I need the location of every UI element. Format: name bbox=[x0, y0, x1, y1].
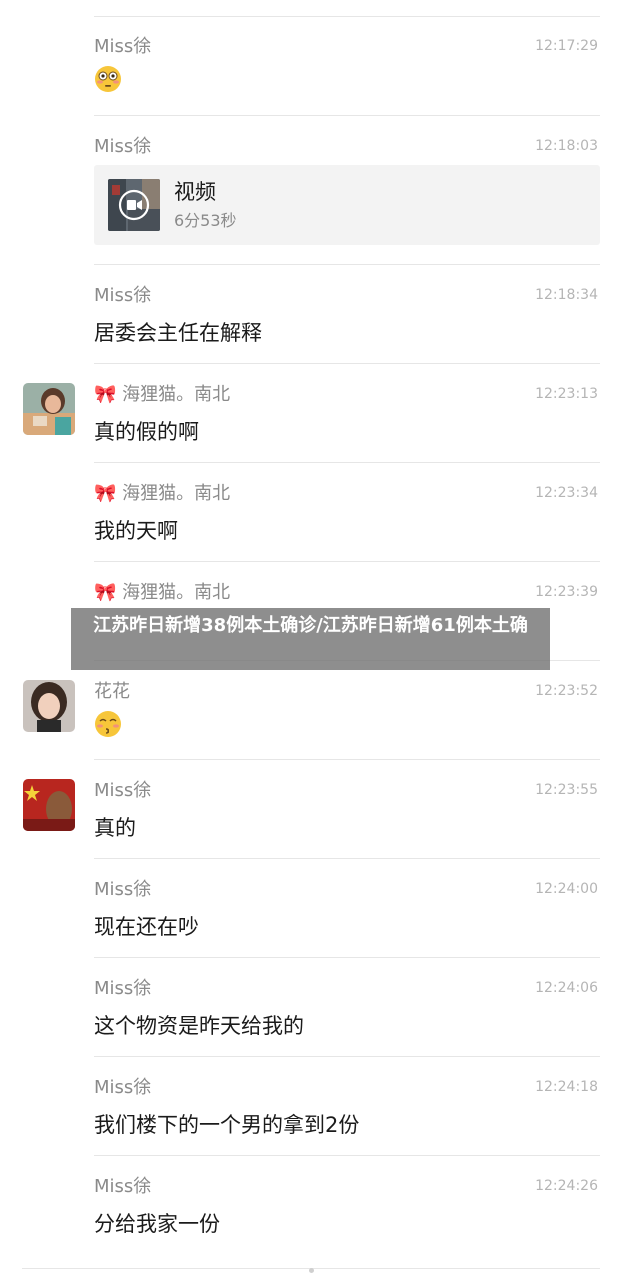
message-time: 12:23:13 bbox=[535, 386, 598, 402]
message-text: 现在还在吵 bbox=[94, 915, 199, 939]
sender-name-text: 海狸猫。南北 bbox=[122, 483, 231, 504]
flushed-face-emoji-icon bbox=[95, 66, 121, 92]
message-time: 12:23:55 bbox=[535, 782, 598, 798]
message-time: 12:18:03 bbox=[535, 138, 598, 154]
message-item[interactable]: 🎀 海狸猫。南北 12:23:13 真的假的啊 bbox=[0, 381, 623, 451]
message-time: 12:23:52 bbox=[535, 683, 598, 699]
message-text: 我们楼下的一个男的拿到2份 bbox=[94, 1113, 360, 1137]
message-time: 12:24:18 bbox=[535, 1079, 598, 1095]
sender-name: 🎀 海狸猫。南北 bbox=[94, 579, 230, 607]
message-divider bbox=[94, 561, 600, 562]
sender-name: 🎀 海狸猫。南北 bbox=[94, 381, 230, 409]
sender-name: Miss徐 bbox=[94, 136, 152, 157]
sender-name: Miss徐 bbox=[94, 1077, 152, 1098]
message-divider bbox=[94, 16, 600, 17]
sender-name: Miss徐 bbox=[94, 1176, 152, 1197]
message-item[interactable]: Miss徐 12:24:00 现在还在吵 bbox=[0, 876, 623, 946]
message-divider bbox=[94, 363, 600, 364]
message-text: 真的 bbox=[94, 816, 136, 840]
message-text: 我的天啊 bbox=[94, 519, 178, 543]
message-divider bbox=[94, 1056, 600, 1057]
message-divider bbox=[94, 264, 600, 265]
message-item[interactable]: Miss徐 12:24:06 这个物资是昨天给我的 bbox=[0, 975, 623, 1045]
message-time: 12:24:26 bbox=[535, 1178, 598, 1194]
avatar[interactable] bbox=[23, 680, 75, 732]
message-item[interactable]: Miss徐 12:24:26 分给我家一份 bbox=[0, 1173, 623, 1243]
video-duration: 6分53秒 bbox=[174, 211, 237, 230]
message-divider bbox=[94, 1155, 600, 1156]
video-thumbnail bbox=[108, 179, 160, 231]
message-item[interactable]: 花花 12:23:52 bbox=[0, 678, 623, 748]
ribbon-icon: 🎀 bbox=[94, 483, 117, 504]
message-divider bbox=[94, 759, 600, 760]
message-text: 这个物资是昨天给我的 bbox=[94, 1014, 304, 1038]
avatar[interactable] bbox=[23, 779, 75, 831]
video-title: 视频 bbox=[174, 180, 216, 204]
message-divider bbox=[94, 858, 600, 859]
message-item[interactable]: Miss徐 12:18:03 视频 6分53秒 bbox=[0, 133, 623, 245]
avatar[interactable] bbox=[23, 383, 75, 435]
sender-name: Miss徐 bbox=[94, 978, 152, 999]
message-divider bbox=[94, 957, 600, 958]
ribbon-icon: 🎀 bbox=[94, 582, 117, 603]
message-divider bbox=[94, 462, 600, 463]
message-time: 12:23:39 bbox=[535, 584, 598, 600]
chat-screen: Miss徐 12:17:29 Miss徐 12:18:03 视频 6分53秒 M… bbox=[0, 0, 623, 1280]
message-text: 分给我家一份 bbox=[94, 1212, 220, 1236]
message-divider bbox=[94, 115, 600, 116]
sender-name: Miss徐 bbox=[94, 36, 152, 57]
message-time: 12:24:06 bbox=[535, 980, 598, 996]
message-item[interactable]: Miss徐 12:24:18 我们楼下的一个男的拿到2份 bbox=[0, 1074, 623, 1144]
sender-name: Miss徐 bbox=[94, 285, 152, 306]
sender-name-text: 海狸猫。南北 bbox=[122, 582, 231, 603]
ribbon-icon: 🎀 bbox=[94, 384, 117, 405]
message-time: 12:18:34 bbox=[535, 287, 598, 303]
scroll-indicator bbox=[309, 1268, 314, 1273]
message-text: 真的假的啊 bbox=[94, 420, 199, 444]
message-text: 居委会主任在解释 bbox=[94, 321, 262, 345]
message-time: 12:17:29 bbox=[535, 38, 598, 54]
message-time: 12:24:00 bbox=[535, 881, 598, 897]
message-item[interactable]: 🎀 海狸猫。南北 12:23:34 我的天啊 bbox=[0, 480, 623, 550]
sender-name: Miss徐 bbox=[94, 780, 152, 801]
kissing-face-emoji-icon bbox=[95, 711, 121, 737]
message-time: 12:23:34 bbox=[535, 485, 598, 501]
message-item[interactable]: Miss徐 12:23:55 真的 bbox=[0, 777, 623, 847]
sender-name: 花花 bbox=[94, 681, 130, 702]
headline-overlay: 江苏昨日新增38例本土确诊/江苏昨日新增61例本土确 bbox=[71, 608, 550, 670]
message-item[interactable]: Miss徐 12:17:29 bbox=[0, 33, 623, 103]
sender-name: Miss徐 bbox=[94, 879, 152, 900]
message-item[interactable]: Miss徐 12:18:34 居委会主任在解释 bbox=[0, 282, 623, 352]
video-message-card[interactable]: 视频 6分53秒 bbox=[94, 165, 600, 245]
sender-name-text: 海狸猫。南北 bbox=[122, 384, 231, 405]
sender-name: 🎀 海狸猫。南北 bbox=[94, 480, 230, 508]
